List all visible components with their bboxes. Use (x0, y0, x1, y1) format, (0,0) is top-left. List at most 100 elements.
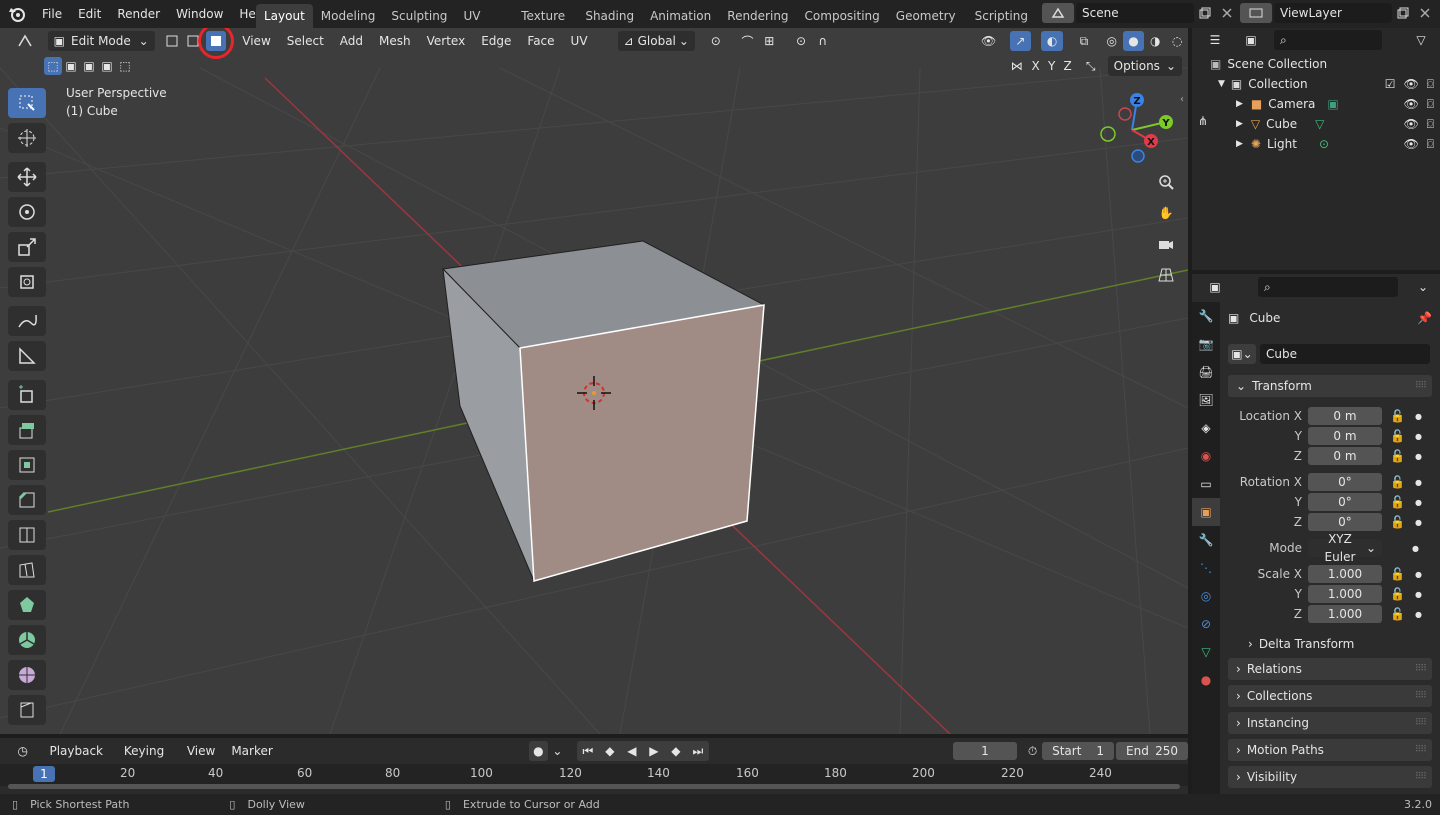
material-shading-icon[interactable]: ◑ (1144, 31, 1166, 51)
tab-geometry-nodes[interactable]: Geometry Nodes (888, 4, 967, 28)
perspective-toggle-icon[interactable] (1152, 261, 1180, 289)
filter-icon[interactable]: ▽ (1406, 30, 1436, 50)
expand-right-icon[interactable]: ▶ (1236, 99, 1243, 109)
menu-keying[interactable]: Keying ⌄ (116, 740, 179, 780)
object-browse-icon[interactable]: ▣⌄ (1228, 344, 1256, 364)
keyframe-dot-icon[interactable]: ● (1415, 412, 1422, 421)
tab-scripting[interactable]: Scripting (967, 4, 1036, 28)
next-keyframe-icon[interactable]: ◆ (665, 741, 687, 761)
delta-transform-subpanel[interactable]: › Delta Transform (1228, 632, 1432, 656)
3d-viewport[interactable]: ▣ Edit Mode ⌄ View Select Add Mesh Verte… (0, 28, 1188, 734)
keyframe-dot-icon[interactable]: ● (1412, 544, 1419, 553)
navigation-gizmo[interactable]: Z Y X (1095, 90, 1175, 170)
sidebar-toggle-icon[interactable]: ‹ (1180, 94, 1184, 105)
menu-marker[interactable]: Marker (223, 740, 280, 762)
menu-edit[interactable]: Edit (70, 0, 109, 28)
collection-row[interactable]: ▼ ▣ Collection ☑ 👁 ⌼ (1192, 74, 1440, 94)
play-reverse-icon[interactable]: ◀ (621, 741, 643, 761)
cube-mesh[interactable] (441, 240, 766, 582)
new-scene-icon[interactable] (1194, 3, 1216, 23)
menu-view[interactable]: View (234, 30, 278, 52)
expand-right-icon[interactable]: ▶ (1236, 119, 1243, 129)
drag-handle-icon[interactable]: ⠿⠿ (1415, 712, 1427, 734)
select-subtract-icon[interactable]: ▣ (80, 57, 98, 75)
properties-editor-type-icon[interactable]: ▣ (1200, 277, 1230, 297)
visibility-icon[interactable]: 👁 (978, 31, 1000, 51)
lock-icon[interactable]: 🔓 (1390, 567, 1405, 581)
render-camera-icon[interactable]: ⌼ (1427, 97, 1434, 112)
camera-view-icon[interactable] (1152, 230, 1180, 258)
inset-tool-icon[interactable] (8, 450, 46, 480)
solid-shading-icon[interactable]: ● (1122, 31, 1145, 51)
visibility-panel-header[interactable]: › Visibility ⠿⠿ (1228, 766, 1432, 788)
menu-mesh[interactable]: Mesh (371, 30, 419, 52)
eye-icon[interactable]: 👁 (1404, 117, 1419, 131)
menu-file[interactable]: File (34, 0, 70, 28)
delete-view-layer-icon[interactable] (1414, 3, 1436, 23)
keyframe-dot-icon[interactable]: ● (1415, 518, 1422, 527)
transform-orientation-dropdown[interactable]: ⊿ Global ⌄ (617, 31, 695, 51)
snap-icon[interactable]: ⌒ (737, 31, 759, 51)
scale-x-field[interactable]: 1.000 (1308, 565, 1382, 583)
mode-dropdown[interactable]: ▣ Edit Mode ⌄ (47, 31, 155, 51)
move-tool-icon[interactable] (8, 162, 46, 192)
render-tab-icon[interactable]: 📷 (1192, 330, 1220, 358)
eye-icon[interactable]: 👁 (1404, 77, 1419, 91)
pivot-point-icon[interactable]: ⊙ (701, 31, 731, 51)
outliner-item-camera[interactable]: ▶ ■ Camera ▣ 👁 ⌼ (1192, 94, 1440, 114)
gizmo-toggle-icon[interactable]: ↗ (1009, 31, 1032, 51)
tab-compositing[interactable]: Compositing (797, 4, 888, 28)
pan-hand-icon[interactable]: ✋ (1152, 199, 1180, 227)
outliner-item-light[interactable]: ▶ ✺ Light ⊙ 👁 ⌼ (1192, 134, 1440, 154)
transform-tool-icon[interactable] (8, 267, 46, 297)
auto-merge-icon[interactable]: ⤡ (1080, 56, 1102, 76)
chevron-down-icon[interactable]: ⌄ (1412, 277, 1434, 297)
timeline-ruler[interactable]: 1 20 40 60 80 100 120 140 160 180 200 22… (0, 764, 1188, 789)
timeline-scrollbar[interactable] (8, 784, 1180, 789)
tab-layout[interactable]: Layout (256, 3, 313, 28)
tab-shading[interactable]: Shading (577, 4, 642, 28)
stopwatch-icon[interactable]: ⏱ (1023, 741, 1042, 761)
drag-handle-icon[interactable]: ⠿⠿ (1415, 685, 1427, 707)
material-tab-icon[interactable]: ● (1192, 666, 1220, 694)
menu-vertex[interactable]: Vertex (419, 30, 474, 52)
select-invert-icon[interactable]: ▣ (98, 57, 116, 75)
transform-panel-header[interactable]: ⌄ Transform ⠿⠿ (1228, 375, 1432, 397)
rotation-z-field[interactable]: 0° (1308, 513, 1382, 531)
expand-right-icon[interactable]: ▶ (1236, 139, 1243, 149)
keyframe-dot-icon[interactable]: ● (1415, 478, 1422, 487)
keyframe-dot-icon[interactable]: ● (1415, 570, 1422, 579)
jump-start-icon[interactable]: ⏮ (577, 741, 599, 761)
expand-down-icon[interactable]: ▼ (1218, 79, 1225, 89)
outliner-side-icon[interactable]: ⋔ (1198, 114, 1208, 128)
options-dropdown[interactable]: Options ⌄ (1107, 56, 1182, 76)
checkbox-icon[interactable]: ☑ (1385, 77, 1396, 91)
edge-slide-tool-icon[interactable] (8, 695, 46, 725)
rotate-tool-icon[interactable] (8, 197, 46, 227)
keyframe-dot-icon[interactable]: ● (1415, 610, 1422, 619)
tab-uv-editing[interactable]: UV Editing (455, 4, 513, 28)
keyframe-dot-icon[interactable]: ● (1415, 432, 1422, 441)
location-x-field[interactable]: 0 m (1308, 407, 1382, 425)
lock-icon[interactable]: 🔓 (1390, 449, 1405, 463)
rotation-x-field[interactable]: 0° (1308, 473, 1382, 491)
menu-add[interactable]: Add (332, 30, 371, 52)
instancing-panel-header[interactable]: › Instancing ⠿⠿ (1228, 712, 1432, 734)
world-tab-icon[interactable]: ◉ (1192, 442, 1220, 470)
relations-panel-header[interactable]: › Relations ⠿⠿ (1228, 658, 1432, 680)
cursor-tool-icon[interactable] (8, 123, 46, 153)
camera-data-icon[interactable]: ▣ (1327, 97, 1338, 111)
mirror-y-toggle[interactable]: Y (1044, 56, 1060, 76)
keyframe-dot-icon[interactable]: ● (1415, 452, 1422, 461)
select-intersect-icon[interactable]: ⬚ (116, 57, 134, 75)
editor-type-icon[interactable] (8, 31, 42, 51)
scene-collection-row[interactable]: ▣ Scene Collection (1192, 54, 1440, 74)
lock-icon[interactable]: 🔓 (1390, 587, 1405, 601)
measure-tool-icon[interactable] (8, 341, 46, 371)
xray-toggle-icon[interactable]: ⧉ (1073, 31, 1095, 51)
render-camera-icon[interactable]: ⌼ (1427, 117, 1434, 132)
render-camera-icon[interactable]: ⌼ (1427, 137, 1434, 152)
tab-sculpting[interactable]: Sculpting (383, 4, 455, 28)
start-frame-field[interactable]: Start 1 (1042, 742, 1115, 760)
scale-tool-icon[interactable] (8, 232, 46, 262)
